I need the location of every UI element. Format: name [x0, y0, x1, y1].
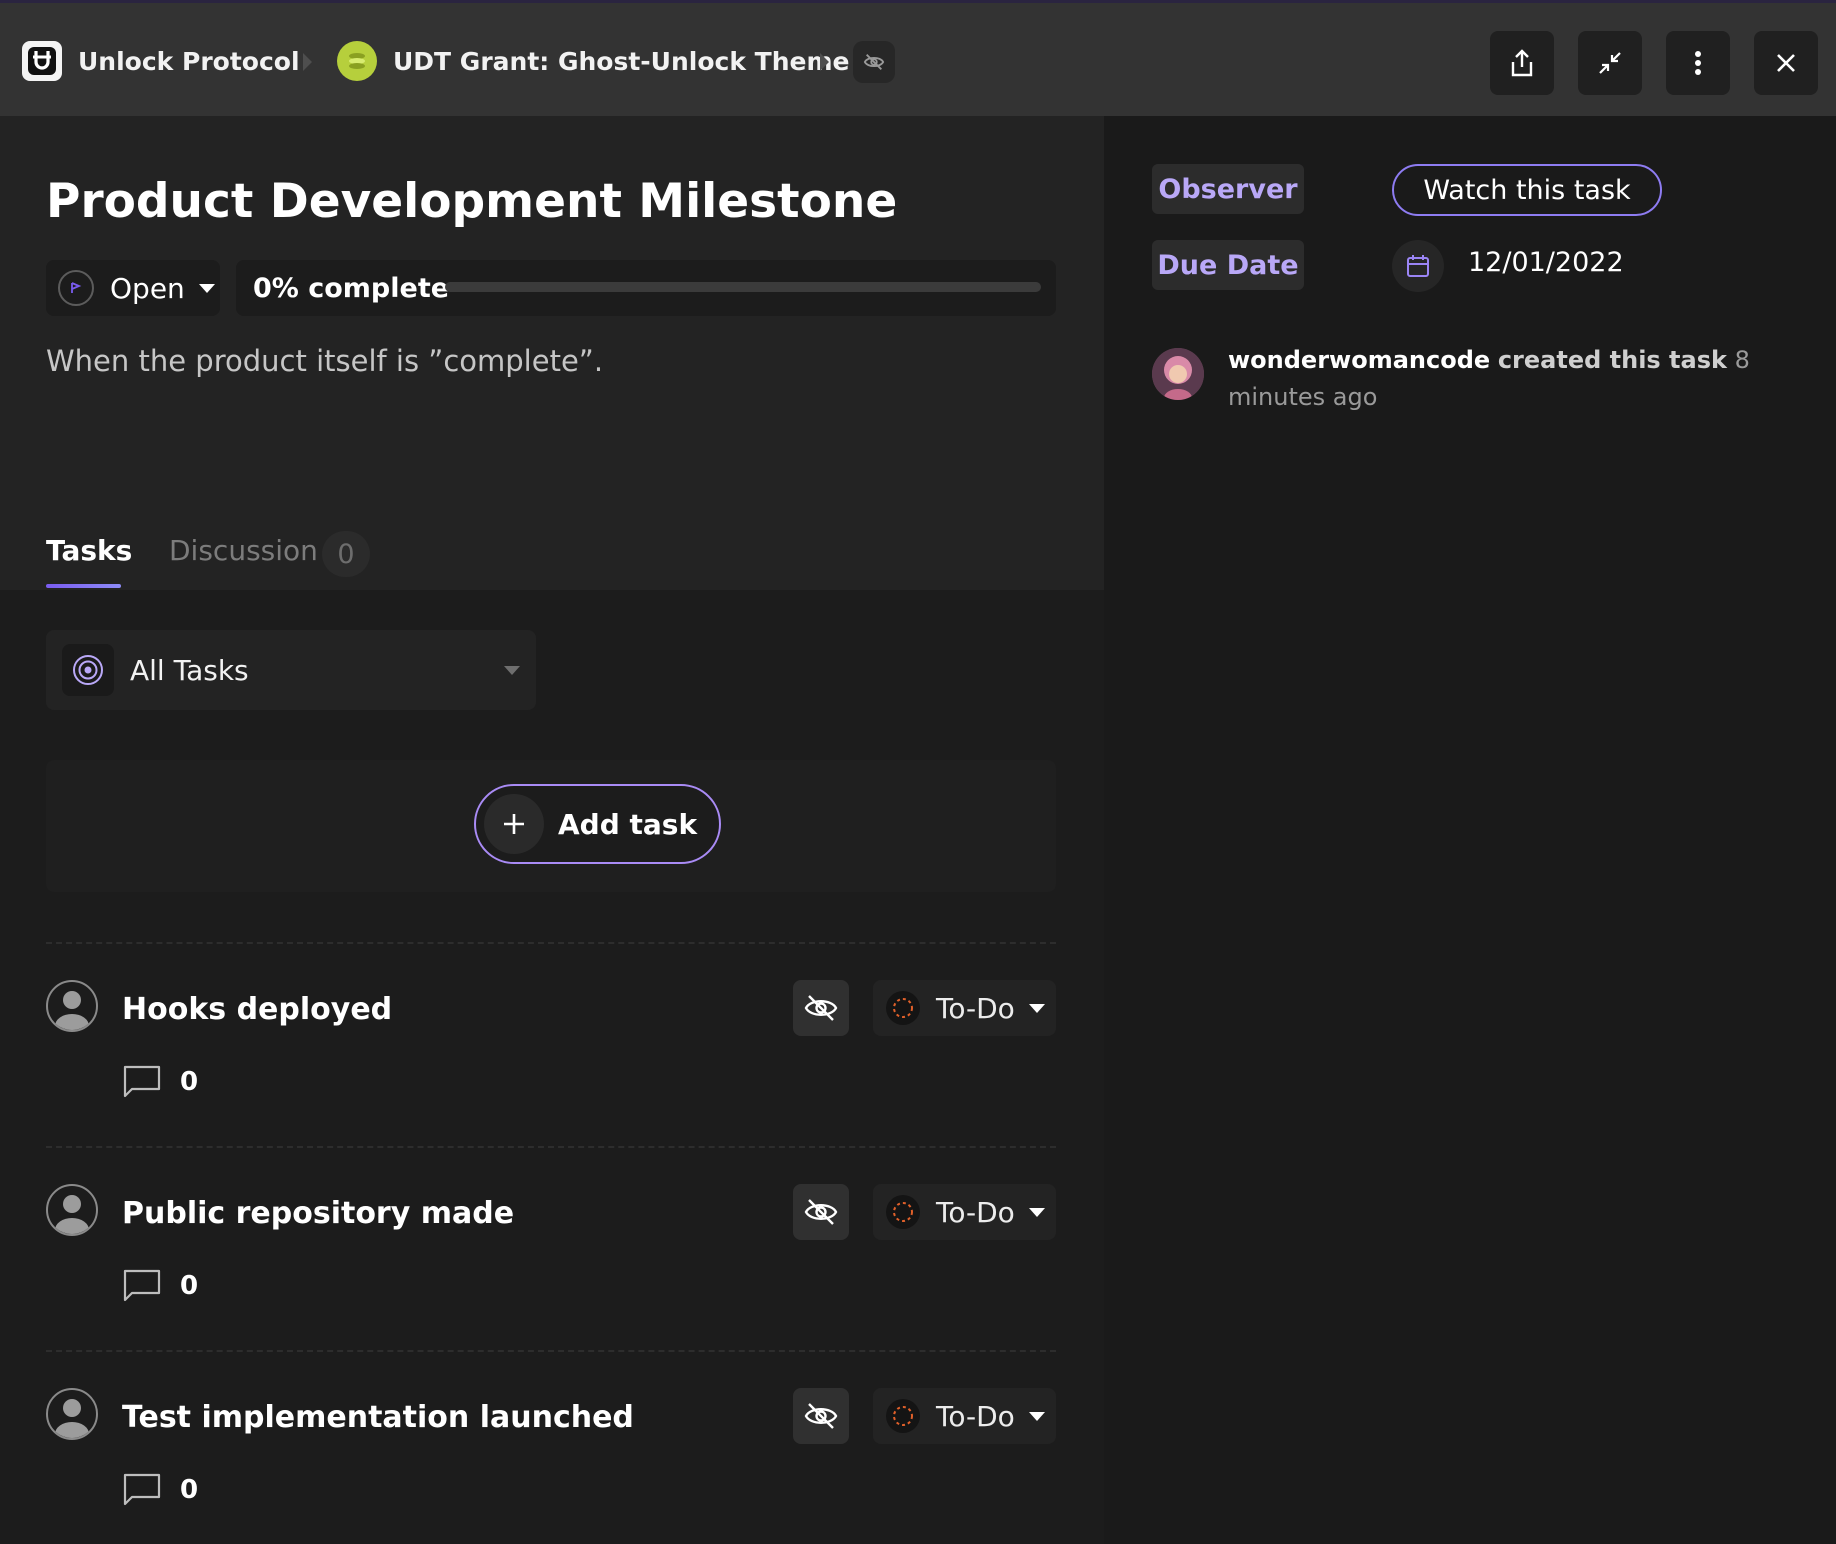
plus-icon [484, 794, 544, 854]
private-visibility-badge[interactable] [853, 41, 895, 83]
more-options-button[interactable] [1666, 31, 1730, 95]
active-tab-indicator [46, 584, 121, 588]
due-date-label: Due Date [1152, 240, 1304, 290]
watch-task-button[interactable]: Watch this task [1392, 164, 1662, 216]
subtask-status-label: To-Do [936, 991, 1015, 1025]
comments-indicator[interactable]: 0 [122, 1268, 198, 1304]
todo-dot-icon [886, 1195, 920, 1229]
subtask-row[interactable]: Test implementation launched To-Do 0 [46, 1350, 1056, 1544]
progress-track [445, 282, 1041, 292]
todo-dot-icon [886, 991, 920, 1025]
chevron-down-icon [1028, 1207, 1045, 1217]
subtask-status-label: To-Do [936, 1399, 1015, 1433]
subtask-title[interactable]: Public repository made [122, 1196, 514, 1231]
breadcrumb-org-label: Unlock Protocol [78, 46, 300, 76]
comment-icon [123, 1473, 161, 1506]
subtask-status-dropdown[interactable]: To-Do [873, 1184, 1056, 1240]
add-task-area: Add task [46, 760, 1056, 892]
minimize-button[interactable] [1578, 31, 1642, 95]
comment-icon [123, 1269, 161, 1302]
activity-action: created this task [1497, 346, 1727, 374]
comment-count: 0 [180, 1475, 199, 1505]
close-button[interactable] [1754, 31, 1818, 95]
progress-label: 0% complete [253, 272, 450, 304]
chevron-down-icon [198, 283, 215, 293]
status-flag-icon [58, 270, 94, 306]
visibility-toggle[interactable] [793, 1388, 849, 1444]
subtask-title[interactable]: Hooks deployed [122, 992, 392, 1027]
share-icon [1511, 49, 1533, 77]
hidden-eye-icon [863, 54, 885, 70]
task-details-sidebar: Observer Watch this task Due Date 12/01/… [1104, 116, 1836, 1544]
status-label: Open [110, 271, 185, 305]
status-dropdown[interactable]: Open [46, 260, 220, 316]
target-icon [62, 644, 114, 696]
chevron-down-icon [1028, 1411, 1045, 1421]
assignee-avatar[interactable] [46, 980, 98, 1032]
comment-count: 0 [180, 1271, 199, 1301]
tab-tasks[interactable]: Tasks [46, 534, 132, 567]
activity-entry: wonderwomancode created this task 8 minu… [1228, 342, 1808, 416]
user-placeholder-icon [55, 991, 89, 1030]
visibility-toggle[interactable] [793, 980, 849, 1036]
subtask-status-dropdown[interactable]: To-Do [873, 980, 1056, 1036]
user-placeholder-icon [55, 1195, 89, 1234]
assignee-avatar[interactable] [46, 1388, 98, 1440]
more-vertical-icon [1695, 51, 1701, 75]
project-icon [337, 41, 377, 81]
share-button[interactable] [1490, 31, 1554, 95]
subtask-title[interactable]: Test implementation launched [122, 1400, 634, 1435]
add-task-label: Add task [558, 807, 698, 841]
subtask-status-dropdown[interactable]: To-Do [873, 1388, 1056, 1444]
comment-count: 0 [180, 1067, 199, 1097]
task-title: Product Development Milestone [46, 174, 898, 229]
observer-label: Observer [1152, 164, 1304, 214]
hidden-eye-icon [804, 1403, 838, 1429]
subtask-status-label: To-Do [936, 1195, 1015, 1229]
comment-icon [123, 1065, 161, 1098]
discussion-count-badge: 0 [322, 531, 370, 577]
comments-indicator[interactable]: 0 [122, 1472, 198, 1508]
breadcrumb-separator-icon [820, 53, 829, 71]
hidden-eye-icon [804, 1199, 838, 1225]
breadcrumb-project[interactable]: UDT Grant: Ghost-Unlock Theme [337, 3, 849, 119]
chevron-down-icon [1028, 1003, 1045, 1013]
todo-dot-icon [886, 1399, 920, 1433]
task-header: Product Development Milestone Open 0% co… [0, 116, 1104, 590]
calendar-icon[interactable] [1392, 240, 1444, 292]
assignee-avatar[interactable] [46, 1184, 98, 1236]
minimize-icon [1599, 52, 1621, 74]
tab-discussion[interactable]: Discussion [169, 534, 318, 567]
chevron-down-icon [504, 666, 520, 675]
user-placeholder-icon [55, 1399, 89, 1438]
visibility-toggle[interactable] [793, 1184, 849, 1240]
activity-user[interactable]: wonderwomancode [1228, 346, 1490, 374]
progress-indicator: 0% complete [236, 260, 1056, 316]
task-main-panel: Product Development Milestone Open 0% co… [0, 116, 1104, 1544]
subtask-row[interactable]: Public repository made To-Do 0 [46, 1146, 1056, 1350]
top-bar: Unlock Protocol UDT Grant: Ghost-Unlock … [0, 0, 1836, 116]
due-date-value[interactable]: 12/01/2022 [1468, 247, 1624, 278]
breadcrumb-separator-icon [303, 53, 312, 71]
close-icon [1777, 54, 1795, 72]
filter-label: All Tasks [130, 653, 249, 687]
comments-indicator[interactable]: 0 [122, 1064, 198, 1100]
task-filter-dropdown[interactable]: All Tasks [46, 630, 536, 710]
unlock-logo-icon [22, 41, 62, 81]
breadcrumb-project-label: UDT Grant: Ghost-Unlock Theme [393, 46, 850, 76]
subtask-row[interactable]: Hooks deployed To-Do 0 [46, 942, 1056, 1146]
add-task-button[interactable]: Add task [474, 784, 721, 864]
breadcrumb-org[interactable]: Unlock Protocol [22, 3, 300, 119]
hidden-eye-icon [804, 995, 838, 1021]
task-description: When the product itself is ”complete”. [46, 344, 604, 378]
avatar [1152, 348, 1204, 400]
